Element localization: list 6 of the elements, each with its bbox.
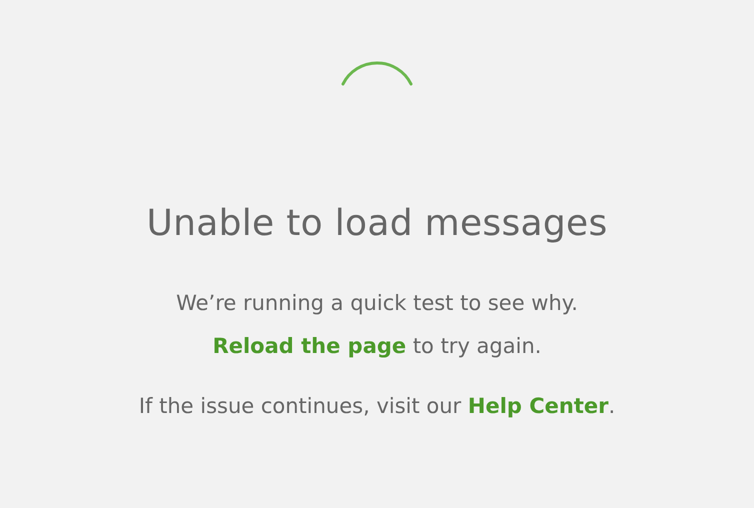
status-text: We’re running a quick test to see why. [176, 290, 578, 317]
error-title: Unable to load messages [146, 202, 608, 246]
reload-link[interactable]: Reload the page [212, 334, 406, 358]
reload-text: Reload the page to try again. [212, 333, 542, 360]
help-text: If the issue continues, visit our Help Center. [138, 393, 616, 420]
help-center-link[interactable]: Help Center [468, 394, 608, 418]
